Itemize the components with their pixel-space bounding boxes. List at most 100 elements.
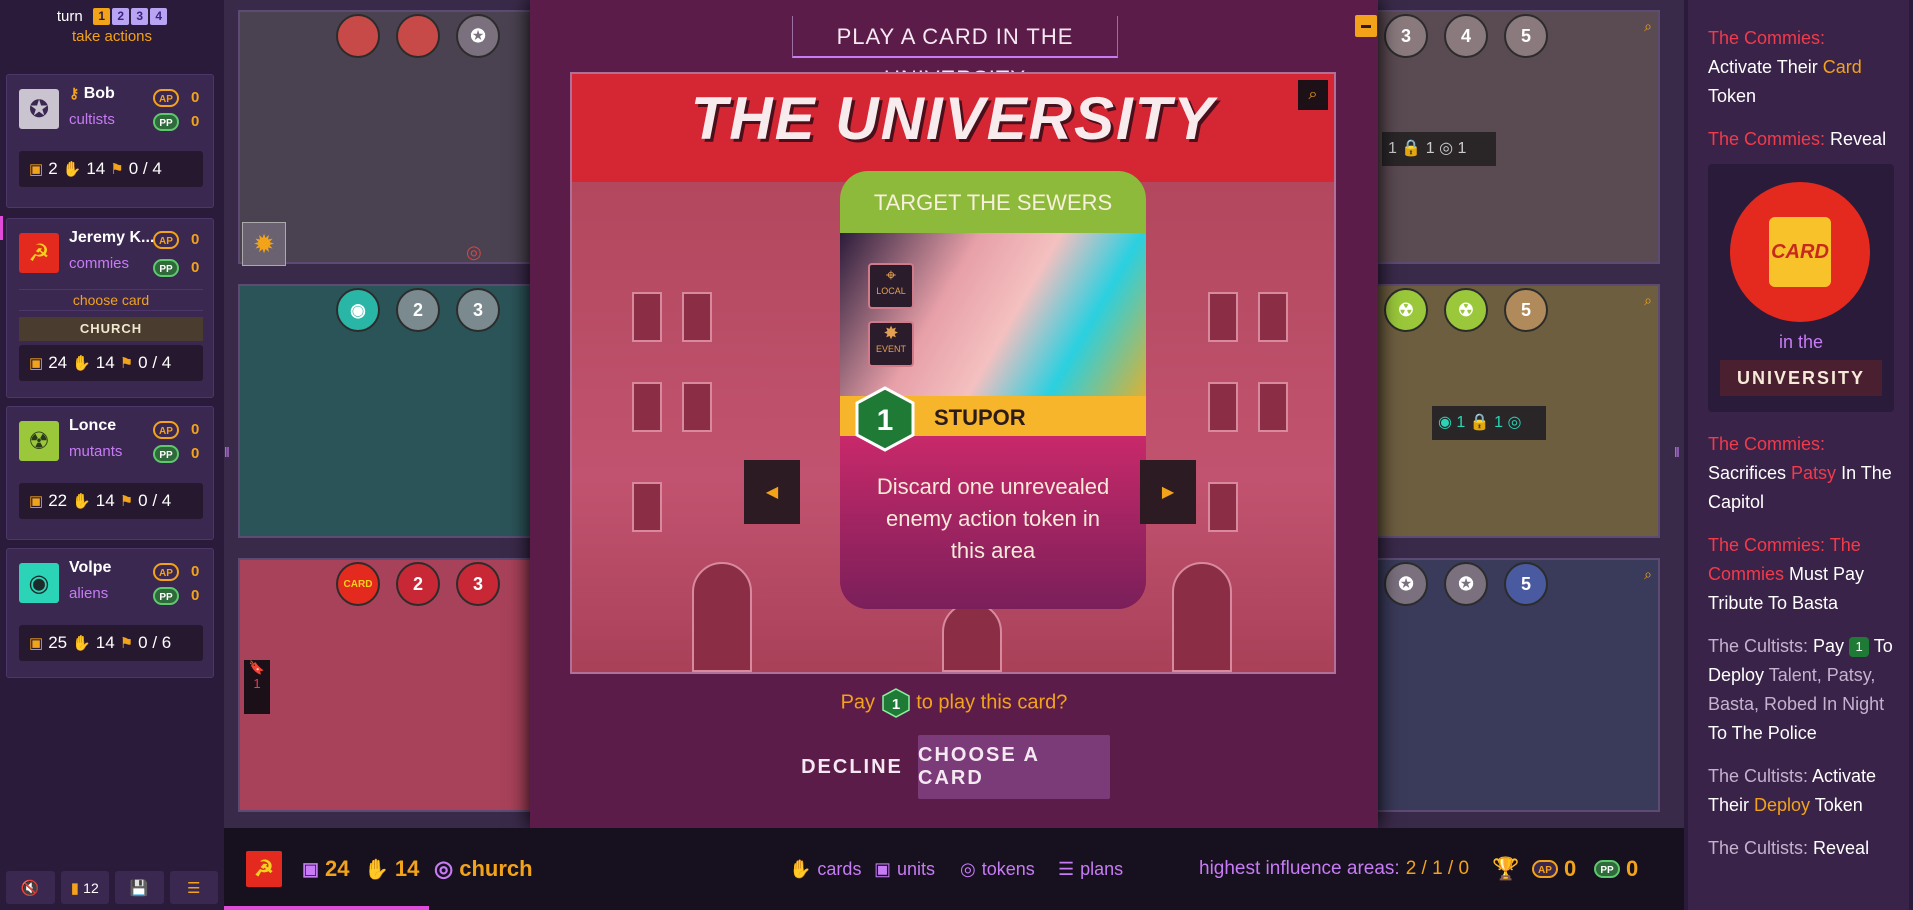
zoom-icon[interactable]: ⌕ [1644, 566, 1652, 583]
log-actor: The Cultists: [1708, 766, 1809, 786]
bookmark-icon: 🔖 [248, 660, 266, 675]
caret-left-icon: ◀ [765, 484, 779, 501]
player-name: Jeremy K... [69, 229, 155, 246]
area-requirements: 1 🔒 1 ◎ 1 [1382, 132, 1496, 166]
ap-badge: AP [153, 421, 179, 439]
right-drawer-handle[interactable]: ‖ [1674, 444, 1680, 460]
player-area: CHURCH [19, 317, 203, 341]
area-church[interactable]: ✪ ✹ ◎ [238, 10, 534, 266]
ap-display: AP 0 [1532, 828, 1576, 910]
player-card-jeremy[interactable]: ☭ Jeremy K... commies AP 0 PP 0 choose c… [6, 218, 214, 398]
pp-badge: PP [1594, 860, 1620, 878]
pp-display: PP 0 [1594, 828, 1638, 910]
hammer-sickle-icon: ☭ [19, 233, 59, 273]
list-icon: ☰ [187, 879, 201, 897]
card-description: Discard one unrevealed enemy action toke… [876, 474, 1110, 563]
plan-marker[interactable]: 🔖 1 [244, 660, 270, 714]
minimize-button[interactable] [1355, 15, 1377, 37]
cost-token[interactable]: 5 [1504, 14, 1548, 58]
plans-link[interactable]: ☰ plans [1058, 828, 1123, 910]
player-stats: ▣ 22 ✋ 14 ⚑ 0 / 4 [19, 483, 203, 519]
mute-button[interactable]: 🔇 [6, 871, 55, 904]
cost-token[interactable]: 3 [456, 562, 500, 606]
zoom-icon[interactable]: ⌕ [1644, 292, 1652, 309]
area-university[interactable]: CARD 2 3 🔖 1 [238, 558, 534, 812]
plans-value: 0 / 6 [138, 633, 172, 652]
area-requirements: ◉ 1 🔒 1 ◎ [1432, 406, 1546, 440]
log-text: Reveal [1825, 129, 1886, 149]
card-artwork [840, 233, 1146, 401]
cost-token[interactable]: 4 [1444, 14, 1488, 58]
log-card-area: UNIVERSITY [1720, 360, 1882, 396]
area-police[interactable]: 3 4 5 ⌕ 1 🔒 1 ◎ 1 [1374, 10, 1660, 264]
ap-badge: AP [1532, 860, 1558, 878]
req-value: 1 [1494, 414, 1504, 431]
money-icon: ▣ [29, 635, 44, 652]
cost-token[interactable]: 2 [396, 288, 440, 332]
ap-badge: AP [153, 563, 179, 581]
card-token[interactable]: CARD [336, 562, 380, 606]
left-toolbar: 🔇 ▮ 12 💾 ☰ [0, 865, 224, 910]
log-entry: The Commies: Activate Their Card Token [1708, 24, 1893, 111]
window [632, 382, 662, 432]
target-icon: ◎ [466, 242, 482, 262]
gear-icon[interactable]: ✹ [242, 222, 286, 266]
player-card-bob[interactable]: ✪ ⚷ Bob cultists AP 0 PP 0 ▣ 2 ✋ 14 ⚑ 0 / 4 [6, 74, 214, 208]
ap-value: 0 [191, 421, 200, 438]
pentagram-token[interactable]: ✪ [1444, 562, 1488, 606]
action-token-fight[interactable] [336, 14, 380, 58]
action-card[interactable]: TARGET THE SEWERS ⌖ LOCAL ✸ EVENT 1 STUPOR… [840, 171, 1146, 609]
player-name-text: Bob [83, 85, 115, 102]
req-value: 1 [1457, 140, 1467, 157]
log-button[interactable]: ☰ [169, 871, 218, 904]
cards-link[interactable]: ✋ cards [789, 828, 861, 910]
pentagram-token[interactable]: ✪ [456, 14, 500, 58]
modal-title: PLAY A CARD IN THE UNIVERSITY [792, 16, 1118, 91]
player-card-lonce[interactable]: ☢ Lonce mutants AP 0 PP 0 ▣ 22 ✋ 14 ⚑ 0 / 4 [6, 406, 214, 540]
deck-counter[interactable]: ▮ 12 [60, 871, 109, 904]
hand-display: ✋ 14 [364, 828, 419, 910]
log-text-segment: Activate Their [1708, 57, 1823, 77]
log-text-segment: Patsy [1791, 463, 1837, 483]
left-drawer-handle[interactable]: ‖ [224, 444, 230, 460]
next-card-button[interactable]: ▶ [1140, 460, 1196, 524]
influence-values: 2 / 1 / 0 [1405, 858, 1470, 879]
hand-value: 14 [95, 491, 115, 510]
player-stats: ▣ 2 ✋ 14 ⚑ 0 / 4 [19, 151, 203, 187]
cost-token[interactable]: 3 [456, 288, 500, 332]
radiation-token[interactable]: ☢ [1384, 288, 1428, 332]
area-capitol[interactable]: ✪ ✪ 5 ⌕ [1374, 558, 1660, 812]
req-value: 1 [1456, 414, 1466, 431]
area-sewers[interactable]: ◉ 2 3 [238, 284, 534, 538]
player-stats: ▣ 24 ✋ 14 ⚑ 0 / 4 [19, 345, 203, 381]
money-value: 24 [325, 856, 350, 881]
plan-marker-count: 1 [253, 676, 261, 691]
units-link[interactable]: ▣ units [874, 828, 935, 910]
previous-card-button[interactable]: ◀ [744, 460, 800, 524]
event-icon: ✸ EVENT [868, 321, 914, 367]
cost-token[interactable]: 5 [1504, 562, 1548, 606]
hand-icon: ✋ [72, 493, 91, 510]
pp-badge: PP [153, 259, 179, 277]
cost-token[interactable]: 2 [396, 562, 440, 606]
alien-token[interactable]: ◉ [336, 288, 380, 332]
cost-token[interactable]: 5 [1504, 288, 1548, 332]
cost-token[interactable]: 3 [1384, 14, 1428, 58]
zoom-icon[interactable]: ⌕ [1644, 18, 1652, 35]
player-card-volpe[interactable]: ◉ Volpe aliens AP 0 PP 0 ▣ 25 ✋ 14 ⚑ 0 / 6 [6, 548, 214, 678]
tokens-link[interactable]: ◎ tokens [960, 828, 1035, 910]
pentagram-token[interactable]: ✪ [1384, 562, 1428, 606]
area-sewers-right[interactable]: ☢ ☢ 5 ⌕ ◉ 1 🔒 1 ◎ [1374, 284, 1660, 538]
radiation-token[interactable]: ☢ [1444, 288, 1488, 332]
save-button[interactable]: 💾 [115, 871, 164, 904]
choose-card-button[interactable]: CHOOSE A CARD [918, 735, 1110, 799]
zoom-button[interactable]: ⌕ [1298, 80, 1328, 110]
caret-right-icon: ▶ [1161, 484, 1175, 501]
event-log-list: The Commies: Activate Their Card Token T… [1688, 0, 1909, 910]
decline-button[interactable]: DECLINE [792, 735, 912, 799]
action-token-fight[interactable] [396, 14, 440, 58]
log-revealed-token[interactable]: CARD in the UNIVERSITY [1708, 164, 1894, 412]
window [1258, 292, 1288, 342]
alien-icon: ◉ [19, 563, 59, 603]
ap-badge: AP [153, 231, 179, 249]
